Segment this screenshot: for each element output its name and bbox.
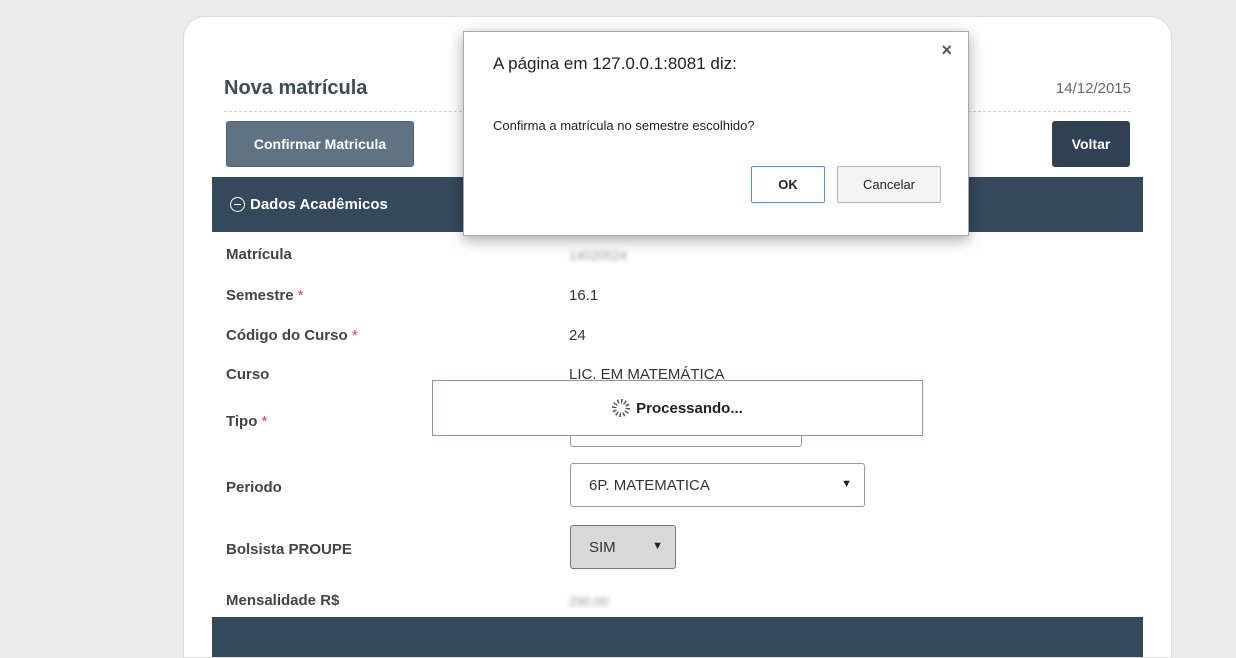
- matricula-value: 14020524: [569, 248, 627, 263]
- mensalidade-label: Mensalidade R$: [226, 592, 340, 609]
- dropdown-caret-icon: ▼: [841, 478, 852, 490]
- mensalidade-value: 290,00: [569, 594, 609, 609]
- matricula-label: Matrícula: [226, 246, 292, 263]
- tipo-label: Tipo *: [226, 413, 268, 430]
- bolsista-label: Bolsista PROUPE: [226, 541, 352, 558]
- required-marker: *: [351, 327, 358, 344]
- semestre-value: 16.1: [569, 287, 599, 304]
- semestre-label: Semestre *: [226, 287, 304, 304]
- codigo-curso-label: Código do Curso *: [226, 327, 358, 344]
- bolsista-selected: SIM: [589, 538, 616, 556]
- processing-text: Processando...: [636, 399, 743, 417]
- required-marker: *: [261, 413, 268, 430]
- page-title: Nova matrícula: [224, 77, 368, 99]
- back-button[interactable]: Voltar: [1052, 121, 1130, 167]
- section-title: Dados Acadêmicos: [250, 196, 388, 213]
- processing-overlay: Processando...: [432, 380, 923, 436]
- curso-label: Curso: [226, 366, 270, 383]
- spinner-icon: [612, 399, 631, 417]
- periodo-select[interactable]: 6P. MATEMATICA ▼: [570, 463, 865, 507]
- close-icon[interactable]: ×: [941, 40, 952, 61]
- page-date: 14/12/2015: [1055, 80, 1131, 97]
- periodo-selected: 6P. MATEMATICA: [589, 476, 710, 494]
- dialog-ok-button[interactable]: OK: [751, 166, 825, 203]
- next-section-header[interactable]: [212, 617, 1143, 657]
- dialog-message: Confirma a matrícula no semestre escolhi…: [493, 118, 755, 133]
- codigo-curso-value: 24: [569, 327, 586, 344]
- confirm-dialog: A página em 127.0.0.1:8081 diz: × Confir…: [463, 31, 969, 236]
- periodo-label: Periodo: [226, 479, 282, 496]
- dropdown-caret-icon: ▼: [652, 540, 663, 552]
- required-marker: *: [297, 287, 304, 304]
- confirm-enrollment-button[interactable]: Confirmar Matricula: [226, 121, 414, 167]
- dialog-cancel-button[interactable]: Cancelar: [837, 166, 941, 203]
- bolsista-select[interactable]: SIM ▼: [570, 525, 676, 569]
- collapse-minus-icon[interactable]: [230, 197, 245, 212]
- dialog-title: A página em 127.0.0.1:8081 diz:: [493, 54, 737, 73]
